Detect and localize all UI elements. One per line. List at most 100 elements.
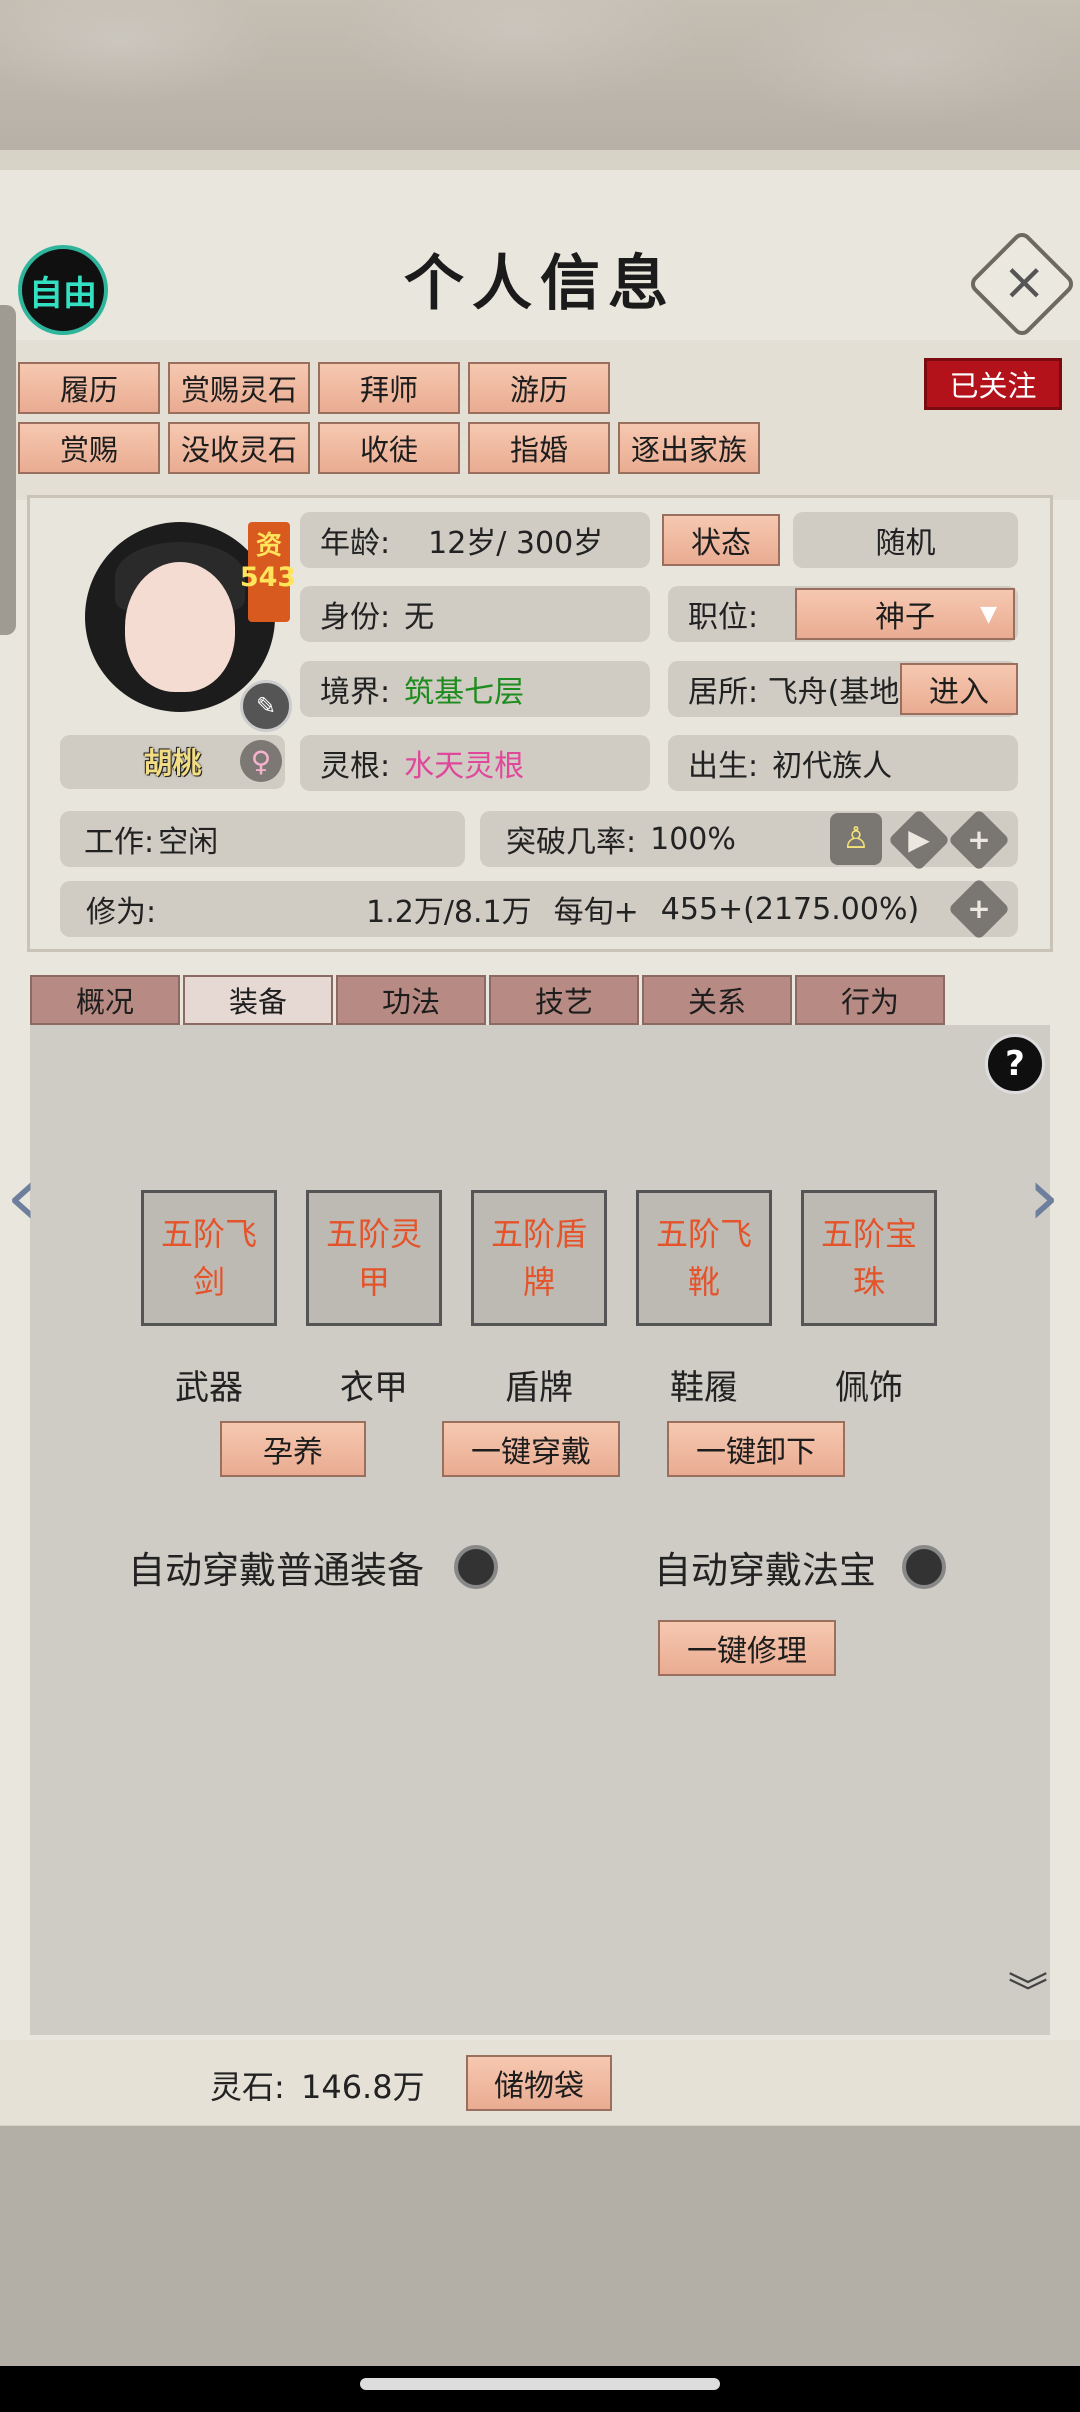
slot-label-weapon: 武器 [175, 1368, 243, 1408]
position-select[interactable]: 神子 ▼ [795, 588, 1015, 640]
breakthrough-label: 突破几率: [506, 825, 637, 860]
storage-bag-button[interactable]: 储物袋 [466, 2055, 612, 2111]
tab-label: 拜师 [359, 373, 418, 407]
slot-item-name: 五阶飞剑 [160, 1215, 257, 1301]
tab-label: 技艺 [534, 985, 593, 1019]
plus-icon: + [967, 892, 991, 925]
top-decoration [0, 0, 1080, 150]
tab-label: 概况 [75, 985, 134, 1019]
aptitude-value: 543 [239, 562, 297, 593]
tab-behavior[interactable]: 行为 [795, 975, 945, 1025]
spirit-stone-value: 146.8万 [300, 2068, 425, 2106]
birth-value: 初代族人 [772, 749, 893, 784]
play-icon-glyph: ▶ [908, 823, 930, 856]
tab-equipment[interactable]: 装备 [183, 975, 333, 1025]
per-turn-value: 455+(2175.00%) [660, 891, 920, 927]
followed-label: 已关注 [949, 369, 1037, 403]
slot-label-accessory: 佩饰 [835, 1368, 903, 1408]
spirit-stone-balance: 灵石: 146.8万 [210, 2062, 425, 2108]
tab-apprentice-to[interactable]: 拜师 [318, 362, 460, 414]
slot-item-name: 五阶灵甲 [325, 1215, 422, 1301]
slot-item-name: 五阶盾牌 [490, 1215, 587, 1301]
tab-label: 装备 [228, 985, 287, 1019]
nurture-button-label: 孕养 [263, 1435, 323, 1470]
dropdown-arrow-icon: ▼ [980, 601, 997, 627]
tab-label: 赏赐灵石 [180, 373, 297, 407]
unequip-all-button[interactable]: 一键卸下 [667, 1421, 845, 1477]
tab-history[interactable]: 履历 [18, 362, 160, 414]
equipment-panel [30, 1025, 1050, 2035]
random-button-label: 随机 [875, 526, 936, 561]
spirit-stone-label: 灵石: [210, 2068, 285, 2106]
tab-label: 行为 [840, 985, 899, 1019]
equip-slot-armor[interactable]: 五阶灵甲 [306, 1190, 442, 1326]
home-indicator[interactable] [360, 2378, 720, 2390]
age-label: 年龄: [320, 526, 391, 561]
tab-label: 指婚 [509, 433, 568, 467]
realm-label: 境界: [320, 675, 391, 710]
cultivation-label: 修为: [86, 895, 157, 930]
unequip-all-button-label: 一键卸下 [696, 1435, 816, 1470]
add-breakthrough-icon[interactable]: + [947, 808, 1011, 872]
storage-bag-button-label: 储物袋 [494, 2069, 584, 2104]
tab-reward-stones[interactable]: 赏赐灵石 [168, 362, 310, 414]
prev-arrow-icon[interactable]: ‹ [6, 1150, 38, 1243]
aptitude-label: 资 [255, 531, 282, 561]
residence-label: 居所: 飞舟(基地 [688, 675, 900, 710]
identity-label: 身份: [320, 600, 391, 635]
auto-equip-normal-toggle[interactable] [454, 1545, 498, 1589]
nurture-button[interactable]: 孕养 [220, 1421, 366, 1477]
followed-button[interactable]: 已关注 [924, 358, 1062, 410]
repair-all-button[interactable]: 一键修理 [658, 1620, 836, 1676]
tab-travel[interactable]: 游历 [468, 362, 610, 414]
scroll-down-icon[interactable]: ︾ [1008, 1960, 1048, 2018]
lower-background [0, 2126, 1080, 2366]
equip-slot-weapon[interactable]: 五阶飞剑 [141, 1190, 277, 1326]
page-title: 个人信息 [404, 249, 676, 319]
position-value: 神子 [875, 600, 935, 635]
help-icon[interactable]: ? [985, 1034, 1045, 1094]
edit-brush-icon[interactable]: ✎ [240, 680, 292, 732]
auto-equip-treasure-toggle[interactable] [902, 1545, 946, 1589]
random-button[interactable]: 随机 [793, 512, 1018, 568]
spirit-root-field: 灵根: 水天灵根 [300, 735, 650, 791]
side-handle[interactable] [0, 305, 16, 635]
tab-arrange-marriage[interactable]: 指婚 [468, 422, 610, 474]
birth-field: 出生: 初代族人 [668, 735, 1018, 791]
tab-techniques[interactable]: 功法 [336, 975, 486, 1025]
panel-top-strip [0, 150, 1080, 170]
per-turn-label: 每旬+ [553, 895, 639, 930]
equip-slot-accessory[interactable]: 五阶宝珠 [801, 1190, 937, 1326]
equip-slot-shield[interactable]: 五阶盾牌 [471, 1190, 607, 1326]
cultivation-field: 修为: 1.2万/8.1万 每旬+ 455+(2175.00%) [60, 881, 1018, 937]
tab-relations[interactable]: 关系 [642, 975, 792, 1025]
slot-item-name: 五阶宝珠 [820, 1215, 917, 1301]
realm-value: 筑基七层 [404, 675, 525, 710]
work-label: 工作: [84, 825, 155, 860]
next-arrow-icon[interactable]: › [1028, 1150, 1060, 1243]
enter-button[interactable]: 进入 [900, 663, 1018, 715]
tab-expel-family[interactable]: 逐出家族 [618, 422, 760, 474]
tab-take-disciple[interactable]: 收徒 [318, 422, 460, 474]
equip-slot-boots[interactable]: 五阶飞靴 [636, 1190, 772, 1326]
add-cultivation-icon[interactable]: + [947, 877, 1011, 941]
tab-confiscate-stones[interactable]: 没收灵石 [168, 422, 310, 474]
play-icon[interactable]: ▶ [887, 808, 951, 872]
cultivation-value: 1.2万/8.1万 [366, 895, 532, 930]
enter-button-label: 进入 [929, 675, 989, 710]
breakthrough-figure-icon[interactable]: ♙ [830, 813, 882, 865]
identity-field: 身份: 无 [300, 586, 650, 642]
tab-reward[interactable]: 赏赐 [18, 422, 160, 474]
close-icon: × [1002, 251, 1046, 312]
age-field: 年龄: 12岁/ 300岁 [300, 512, 650, 568]
tab-label: 履历 [59, 373, 118, 407]
status-button[interactable]: 状态 [662, 514, 780, 566]
tab-label: 收徒 [359, 433, 418, 467]
tab-skills[interactable]: 技艺 [489, 975, 639, 1025]
auto-equip-treasure-label: 自动穿戴法宝 [654, 1549, 876, 1592]
tab-overview[interactable]: 概况 [30, 975, 180, 1025]
repair-all-button-label: 一键修理 [687, 1634, 807, 1669]
spirit-root-value: 水天灵根 [404, 749, 525, 784]
equip-all-button[interactable]: 一键穿戴 [442, 1421, 620, 1477]
slot-label-armor: 衣甲 [340, 1368, 408, 1408]
